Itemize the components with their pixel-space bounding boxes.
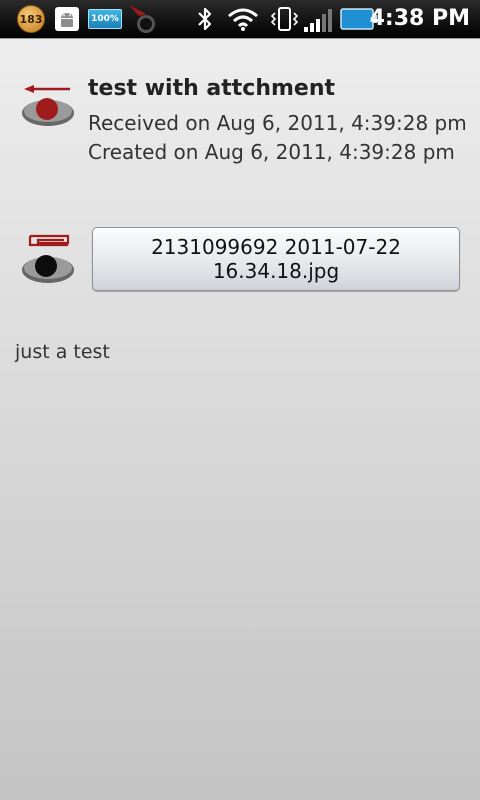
battery-widget-label: 100% <box>88 9 122 29</box>
radar-icon[interactable] <box>126 0 160 38</box>
vibrate-icon <box>268 0 300 38</box>
attachment-icon <box>20 230 78 286</box>
status-divider <box>0 38 480 39</box>
attachment-name-line2: 16.34.18.jpg <box>212 259 340 283</box>
signal-icon <box>302 0 338 38</box>
notification-badge-icon[interactable]: 183 <box>16 0 46 38</box>
attachment-name-line1: 2131099692 2011-07-22 <box>151 235 401 259</box>
received-date: Received on Aug 6, 2011, 4:39:28 pm <box>88 111 467 135</box>
status-bar: 183 100% 4:38 PM <box>0 0 480 38</box>
attachment-button[interactable]: 2131099692 2011-07-22 16.34.18.jpg <box>92 227 460 291</box>
battery-widget-icon[interactable]: 100% <box>88 0 122 38</box>
created-date: Created on Aug 6, 2011, 4:39:28 pm <box>88 140 455 164</box>
notification-count: 183 <box>17 5 45 33</box>
message-body: just a test <box>15 341 110 363</box>
received-message-icon <box>20 84 78 130</box>
android-icon[interactable] <box>51 0 83 38</box>
message-title: test with attchment <box>88 76 336 101</box>
bluetooth-icon <box>193 0 217 38</box>
status-clock: 4:38 PM <box>369 6 470 31</box>
wifi-icon <box>226 0 260 38</box>
